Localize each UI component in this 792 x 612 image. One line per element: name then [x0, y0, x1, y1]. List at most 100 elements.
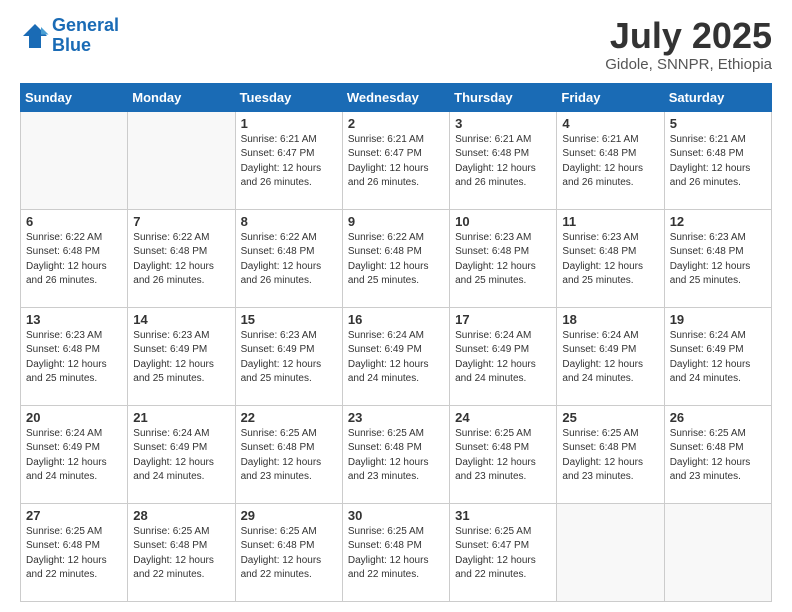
weekday-header: Tuesday: [235, 83, 342, 111]
logo-line1: General: [52, 15, 119, 35]
day-number: 5: [670, 116, 766, 131]
calendar-day: 14Sunrise: 6:23 AMSunset: 6:49 PMDayligh…: [128, 307, 235, 405]
day-number: 1: [241, 116, 337, 131]
calendar-day: 20 Sunrise: 6:24 AMSunset: 6:49 PMDayligh…: [21, 405, 128, 503]
day-number: 29: [241, 508, 337, 523]
day-info: Sunrise: 6:24 AMSunset: 6:49 PMDaylight:…: [562, 329, 658, 387]
day-info: Sunrise: 6:24 AMSunset: 6:49 PMDaylight:…: [348, 329, 444, 387]
day-number: 28: [133, 508, 229, 523]
day-info: Sunrise: 6:21 AMSunset: 6:48 PMDaylight:…: [562, 133, 658, 191]
header: General Blue July 2025 Gidole, SNNPR, Et…: [20, 16, 772, 73]
empty-day: [664, 503, 771, 601]
calendar-day: 10 Sunrise: 6:23 AMSunset: 6:48 PMDayligh…: [450, 209, 557, 307]
day-info: Sunrise: 6:25 AMSunset: 6:48 PMDaylight:…: [133, 525, 229, 583]
day-number: 21: [133, 410, 229, 425]
day-info: Sunrise: 6:22 AMSunset: 6:48 PMDaylight:…: [348, 231, 444, 289]
day-info: Sunrise: 6:23 AMSunset: 6:48 PMDaylight:…: [670, 231, 766, 289]
calendar-day: 8 Sunrise: 6:22 AMSunset: 6:48 PMDaylight…: [235, 209, 342, 307]
calendar-day: 9Sunrise: 6:22 AMSunset: 6:48 PMDaylight…: [342, 209, 449, 307]
day-info: Sunrise: 6:25 AMSunset: 6:47 PMDaylight:…: [455, 525, 551, 583]
day-info: Sunrise: 6:21 AMSunset: 6:48 PMDaylight:…: [455, 133, 551, 191]
day-number: 14: [133, 312, 229, 327]
day-info: Sunrise: 6:21 AMSunset: 6:47 PMDaylight:…: [348, 133, 444, 191]
title-block: July 2025 Gidole, SNNPR, Ethiopia: [605, 16, 772, 73]
calendar-day: 12 Sunrise: 6:23 AMSunset: 6:48 PMDayligh…: [664, 209, 771, 307]
calendar-day: 21Sunrise: 6:24 AMSunset: 6:49 PMDayligh…: [128, 405, 235, 503]
day-info: Sunrise: 6:25 AMSunset: 6:48 PMDaylight:…: [348, 427, 444, 485]
day-info: Sunrise: 6:23 AMSunset: 6:49 PMDaylight:…: [241, 329, 337, 387]
day-number: 2: [348, 116, 444, 131]
day-info: Sunrise: 6:25 AMSunset: 6:48 PMDaylight:…: [348, 525, 444, 583]
day-info: Sunrise: 6:25 AMSunset: 6:48 PMDaylight:…: [562, 427, 658, 485]
day-number: 17: [455, 312, 551, 327]
weekday-header: Monday: [128, 83, 235, 111]
weekday-header: Saturday: [664, 83, 771, 111]
calendar-day: 19Sunrise: 6:24 AMSunset: 6:49 PMDayligh…: [664, 307, 771, 405]
day-number: 23: [348, 410, 444, 425]
day-number: 6: [26, 214, 122, 229]
day-number: 8: [241, 214, 337, 229]
calendar-day: 11 Sunrise: 6:23 AMSunset: 6:48 PMDayligh…: [557, 209, 664, 307]
day-number: 18: [562, 312, 658, 327]
day-number: 3: [455, 116, 551, 131]
calendar-day: 18 Sunrise: 6:24 AMSunset: 6:49 PMDayligh…: [557, 307, 664, 405]
day-info: Sunrise: 6:22 AMSunset: 6:48 PMDaylight:…: [133, 231, 229, 289]
day-info: Sunrise: 6:25 AMSunset: 6:48 PMDaylight:…: [670, 427, 766, 485]
day-number: 12: [670, 214, 766, 229]
day-info: Sunrise: 6:23 AMSunset: 6:48 PMDaylight:…: [562, 231, 658, 289]
day-info: Sunrise: 6:22 AMSunset: 6:48 PMDaylight:…: [241, 231, 337, 289]
day-number: 20: [26, 410, 122, 425]
day-info: Sunrise: 6:22 AMSunset: 6:48 PMDaylight:…: [26, 231, 122, 289]
day-number: 31: [455, 508, 551, 523]
calendar-day: 22Sunrise: 6:25 AMSunset: 6:48 PMDayligh…: [235, 405, 342, 503]
day-number: 25: [562, 410, 658, 425]
weekday-header: Wednesday: [342, 83, 449, 111]
day-number: 19: [670, 312, 766, 327]
calendar-day: 5Sunrise: 6:21 AMSunset: 6:48 PMDaylight…: [664, 111, 771, 209]
day-number: 15: [241, 312, 337, 327]
weekday-header: Sunday: [21, 83, 128, 111]
day-info: Sunrise: 6:21 AMSunset: 6:47 PMDaylight:…: [241, 133, 337, 191]
calendar-day: 24 Sunrise: 6:25 AMSunset: 6:48 PMDayligh…: [450, 405, 557, 503]
day-info: Sunrise: 6:25 AMSunset: 6:48 PMDaylight:…: [26, 525, 122, 583]
calendar-day: 7 Sunrise: 6:22 AMSunset: 6:48 PMDaylight…: [128, 209, 235, 307]
logo-line2: Blue: [52, 36, 119, 56]
day-info: Sunrise: 6:24 AMSunset: 6:49 PMDaylight:…: [26, 427, 122, 485]
day-number: 24: [455, 410, 551, 425]
day-info: Sunrise: 6:25 AMSunset: 6:48 PMDaylight:…: [455, 427, 551, 485]
calendar-day: 2 Sunrise: 6:21 AMSunset: 6:47 PMDaylight…: [342, 111, 449, 209]
empty-day: [21, 111, 128, 209]
day-info: Sunrise: 6:23 AMSunset: 6:48 PMDaylight:…: [455, 231, 551, 289]
calendar-day: 30Sunrise: 6:25 AMSunset: 6:48 PMDayligh…: [342, 503, 449, 601]
calendar-day: 29 Sunrise: 6:25 AMSunset: 6:48 PMDayligh…: [235, 503, 342, 601]
calendar-day: 1 Sunrise: 6:21 AMSunset: 6:47 PMDaylight…: [235, 111, 342, 209]
calendar-day: 23 Sunrise: 6:25 AMSunset: 6:48 PMDayligh…: [342, 405, 449, 503]
empty-day: [557, 503, 664, 601]
calendar-day: 31 Sunrise: 6:25 AMSunset: 6:47 PMDayligh…: [450, 503, 557, 601]
day-info: Sunrise: 6:25 AMSunset: 6:48 PMDaylight:…: [241, 525, 337, 583]
location: Gidole, SNNPR, Ethiopia: [605, 56, 772, 73]
weekday-header: Thursday: [450, 83, 557, 111]
day-info: Sunrise: 6:23 AMSunset: 6:48 PMDaylight:…: [26, 329, 122, 387]
day-number: 26: [670, 410, 766, 425]
calendar-day: 27Sunrise: 6:25 AMSunset: 6:48 PMDayligh…: [21, 503, 128, 601]
day-number: 10: [455, 214, 551, 229]
day-number: 4: [562, 116, 658, 131]
calendar-day: 6 Sunrise: 6:22 AMSunset: 6:48 PMDaylight…: [21, 209, 128, 307]
empty-day: [128, 111, 235, 209]
calendar-day: 3 Sunrise: 6:21 AMSunset: 6:48 PMDaylight…: [450, 111, 557, 209]
calendar-day: 16Sunrise: 6:24 AMSunset: 6:49 PMDayligh…: [342, 307, 449, 405]
day-number: 11: [562, 214, 658, 229]
logo-text: General Blue: [52, 16, 119, 56]
calendar-day: 17 Sunrise: 6:24 AMSunset: 6:49 PMDayligh…: [450, 307, 557, 405]
calendar-day: 28 Sunrise: 6:25 AMSunset: 6:48 PMDayligh…: [128, 503, 235, 601]
day-number: 7: [133, 214, 229, 229]
calendar-table: SundayMondayTuesdayWednesdayThursdayFrid…: [20, 83, 772, 602]
day-number: 13: [26, 312, 122, 327]
month-title: July 2025: [605, 16, 772, 56]
weekday-header: Friday: [557, 83, 664, 111]
logo-icon: [20, 21, 50, 51]
day-info: Sunrise: 6:24 AMSunset: 6:49 PMDaylight:…: [455, 329, 551, 387]
calendar-day: 4 Sunrise: 6:21 AMSunset: 6:48 PMDaylight…: [557, 111, 664, 209]
calendar-day: 15 Sunrise: 6:23 AMSunset: 6:49 PMDayligh…: [235, 307, 342, 405]
